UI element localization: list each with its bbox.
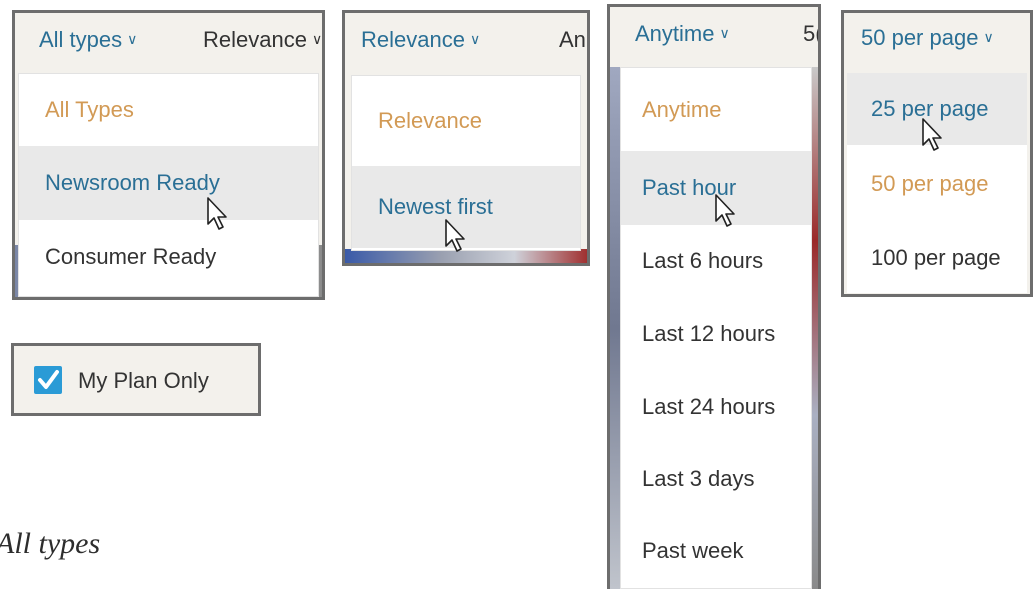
menu-item-newsroom-ready[interactable]: Newsroom Ready bbox=[19, 146, 318, 220]
types-dropdown-panel: All types ∨ Relevance ∨ All Types Newsroom… bbox=[12, 10, 325, 300]
menu-item-100-per-page[interactable]: 100 per page bbox=[847, 223, 1027, 293]
my-plan-only-checkbox[interactable] bbox=[34, 366, 62, 394]
filter-bar: All types ∨ Relevance ∨ bbox=[15, 13, 322, 73]
mouse-pointer-icon bbox=[922, 118, 942, 151]
chevron-down-icon: ∨ bbox=[469, 31, 481, 47]
menu-item-anytime[interactable]: Anytime bbox=[621, 68, 811, 151]
filter-bar: 50 per page ∨ bbox=[844, 13, 1030, 73]
my-plan-only-panel: My Plan Only bbox=[11, 343, 261, 416]
chevron-down-icon: ∨ bbox=[983, 29, 994, 45]
sort-dropdown-panel: Relevance ∨ An Relevance Newest first bbox=[342, 10, 590, 266]
page-size-dropdown-button[interactable]: 50 per page ∨ bbox=[861, 25, 994, 51]
chevron-down-icon: ∨ bbox=[127, 31, 138, 47]
menu-item-last-12-hours[interactable]: Last 12 hours bbox=[621, 297, 811, 371]
menu-item-past-week[interactable]: Past week bbox=[621, 515, 811, 587]
sort-dropdown-button[interactable]: Relevance ∨ bbox=[361, 27, 480, 53]
mouse-pointer-icon bbox=[207, 197, 227, 230]
menu-item-consumer-ready[interactable]: Consumer Ready bbox=[19, 220, 318, 294]
checkmark-icon bbox=[38, 370, 59, 389]
chevron-down-icon: ∨ bbox=[311, 31, 323, 47]
page-backdrop-strip bbox=[610, 67, 620, 589]
menu-item-last-3-days[interactable]: Last 3 days bbox=[621, 443, 811, 515]
caption-text: All types bbox=[0, 527, 101, 560]
page-size-dropdown-menu: 25 per page 50 per page 100 per page bbox=[847, 73, 1027, 293]
menu-item-last-6-hours[interactable]: Last 6 hours bbox=[621, 225, 811, 297]
filter-bar: Anytime ∨ 5( bbox=[610, 7, 818, 67]
types-dropdown-button[interactable]: All types ∨ bbox=[39, 27, 137, 53]
menu-item-50-per-page[interactable]: 50 per page bbox=[847, 145, 1027, 223]
mouse-pointer-icon bbox=[715, 194, 735, 227]
mouse-pointer-icon bbox=[445, 219, 465, 252]
relevance-dropdown-button[interactable]: Relevance ∨ bbox=[203, 27, 322, 53]
time-dropdown-panel: Anytime ∨ 5( Anytime Past hour Last 6 hou… bbox=[607, 4, 821, 589]
time-dropdown-menu: Anytime Past hour Last 6 hours Last 12 h… bbox=[620, 67, 812, 589]
page-size-dropdown-button-partial[interactable]: 5( bbox=[803, 21, 818, 47]
anytime-dropdown-button[interactable]: An bbox=[559, 27, 586, 53]
chevron-down-icon: ∨ bbox=[719, 25, 730, 41]
types-dropdown-menu: All Types Newsroom Ready Consumer Ready bbox=[18, 73, 319, 297]
menu-item-all-types[interactable]: All Types bbox=[19, 74, 318, 146]
time-dropdown-button[interactable]: Anytime ∨ bbox=[635, 21, 730, 47]
menu-item-last-24-hours[interactable]: Last 24 hours bbox=[621, 371, 811, 443]
my-plan-only-label[interactable]: My Plan Only bbox=[78, 368, 209, 394]
page-size-dropdown-panel: 50 per page ∨ 25 per page 50 per page 100… bbox=[841, 10, 1033, 297]
filter-bar: Relevance ∨ An bbox=[345, 13, 587, 73]
menu-item-relevance[interactable]: Relevance bbox=[352, 76, 580, 166]
